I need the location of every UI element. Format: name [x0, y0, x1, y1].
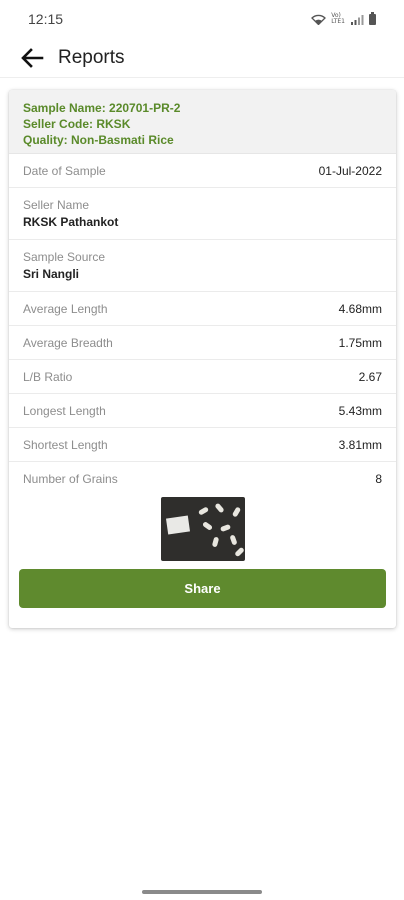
- wifi-icon: [311, 14, 327, 25]
- rice-grain: [201, 521, 213, 531]
- back-button[interactable]: [18, 44, 46, 72]
- row-value: 5.43mm: [338, 403, 382, 418]
- row-value: 4.68mm: [338, 301, 382, 316]
- status-time: 12:15: [28, 11, 64, 27]
- row-value: 1.75mm: [338, 335, 382, 350]
- row-label: L/B Ratio: [23, 369, 73, 384]
- status-icons: Vo) LTE1: [311, 11, 376, 25]
- rice-grain: [231, 506, 241, 518]
- row-average-length: Average Length 4.68mm: [9, 292, 396, 326]
- report-summary: Sample Name: 220701-PR-2 Seller Code: RK…: [9, 90, 396, 154]
- row-average-breadth: Average Breadth 1.75mm: [9, 326, 396, 360]
- battery-icon: [369, 11, 376, 25]
- reference-card: [165, 515, 190, 535]
- row-seller-name: Seller Name RKSK Pathankot: [9, 188, 396, 240]
- rice-grain: [197, 506, 209, 516]
- rice-grain: [228, 534, 238, 546]
- row-label: Date of Sample: [23, 163, 106, 178]
- row-number-of-grains: Number of Grains 8: [9, 462, 396, 496]
- row-longest-length: Longest Length 5.43mm: [9, 394, 396, 428]
- row-sample-source: Sample Source Sri Nangli: [9, 240, 396, 292]
- arrow-left-icon: [21, 47, 44, 68]
- row-value: 8: [375, 472, 382, 486]
- row-label: Sample Source: [23, 250, 106, 264]
- sample-image-wrap: [9, 497, 396, 561]
- row-value: 01-Jul-2022: [318, 163, 382, 178]
- row-value: Sri Nangli: [23, 267, 80, 281]
- quality: Quality: Non-Basmati Rice: [23, 133, 174, 147]
- row-value: 2.67: [358, 369, 382, 384]
- row-label: Seller Name: [23, 198, 90, 212]
- row-lb-ratio: L/B Ratio 2.67: [9, 360, 396, 394]
- seller-code: Seller Code: RKSK: [23, 117, 131, 131]
- rice-grain: [213, 502, 225, 514]
- row-value: RKSK Pathankot: [23, 215, 119, 229]
- signal-icon: [351, 14, 364, 25]
- row-label: Longest Length: [23, 403, 106, 418]
- row-date-of-sample: Date of Sample 01-Jul-2022: [9, 154, 396, 188]
- row-shortest-length: Shortest Length 3.81mm: [9, 428, 396, 462]
- share-button[interactable]: Share: [19, 569, 386, 608]
- rice-grain: [211, 536, 219, 548]
- sample-image[interactable]: [160, 497, 245, 561]
- row-label: Shortest Length: [23, 437, 108, 452]
- rice-grain: [219, 523, 231, 533]
- app-bar: Reports: [0, 38, 404, 78]
- sample-name: Sample Name: 220701-PR-2: [23, 101, 181, 115]
- page-title: Reports: [58, 46, 125, 68]
- status-bar: 12:15 Vo) LTE1: [0, 0, 404, 38]
- row-label: Number of Grains: [23, 472, 118, 486]
- home-indicator[interactable]: [142, 890, 262, 894]
- report-card: Sample Name: 220701-PR-2 Seller Code: RK…: [9, 90, 396, 628]
- row-value: 3.81mm: [338, 437, 382, 452]
- volte-indicator: Vo) LTE1: [331, 12, 345, 25]
- rice-grain: [233, 546, 245, 558]
- row-label: Average Length: [23, 301, 108, 316]
- row-label: Average Breadth: [23, 335, 113, 350]
